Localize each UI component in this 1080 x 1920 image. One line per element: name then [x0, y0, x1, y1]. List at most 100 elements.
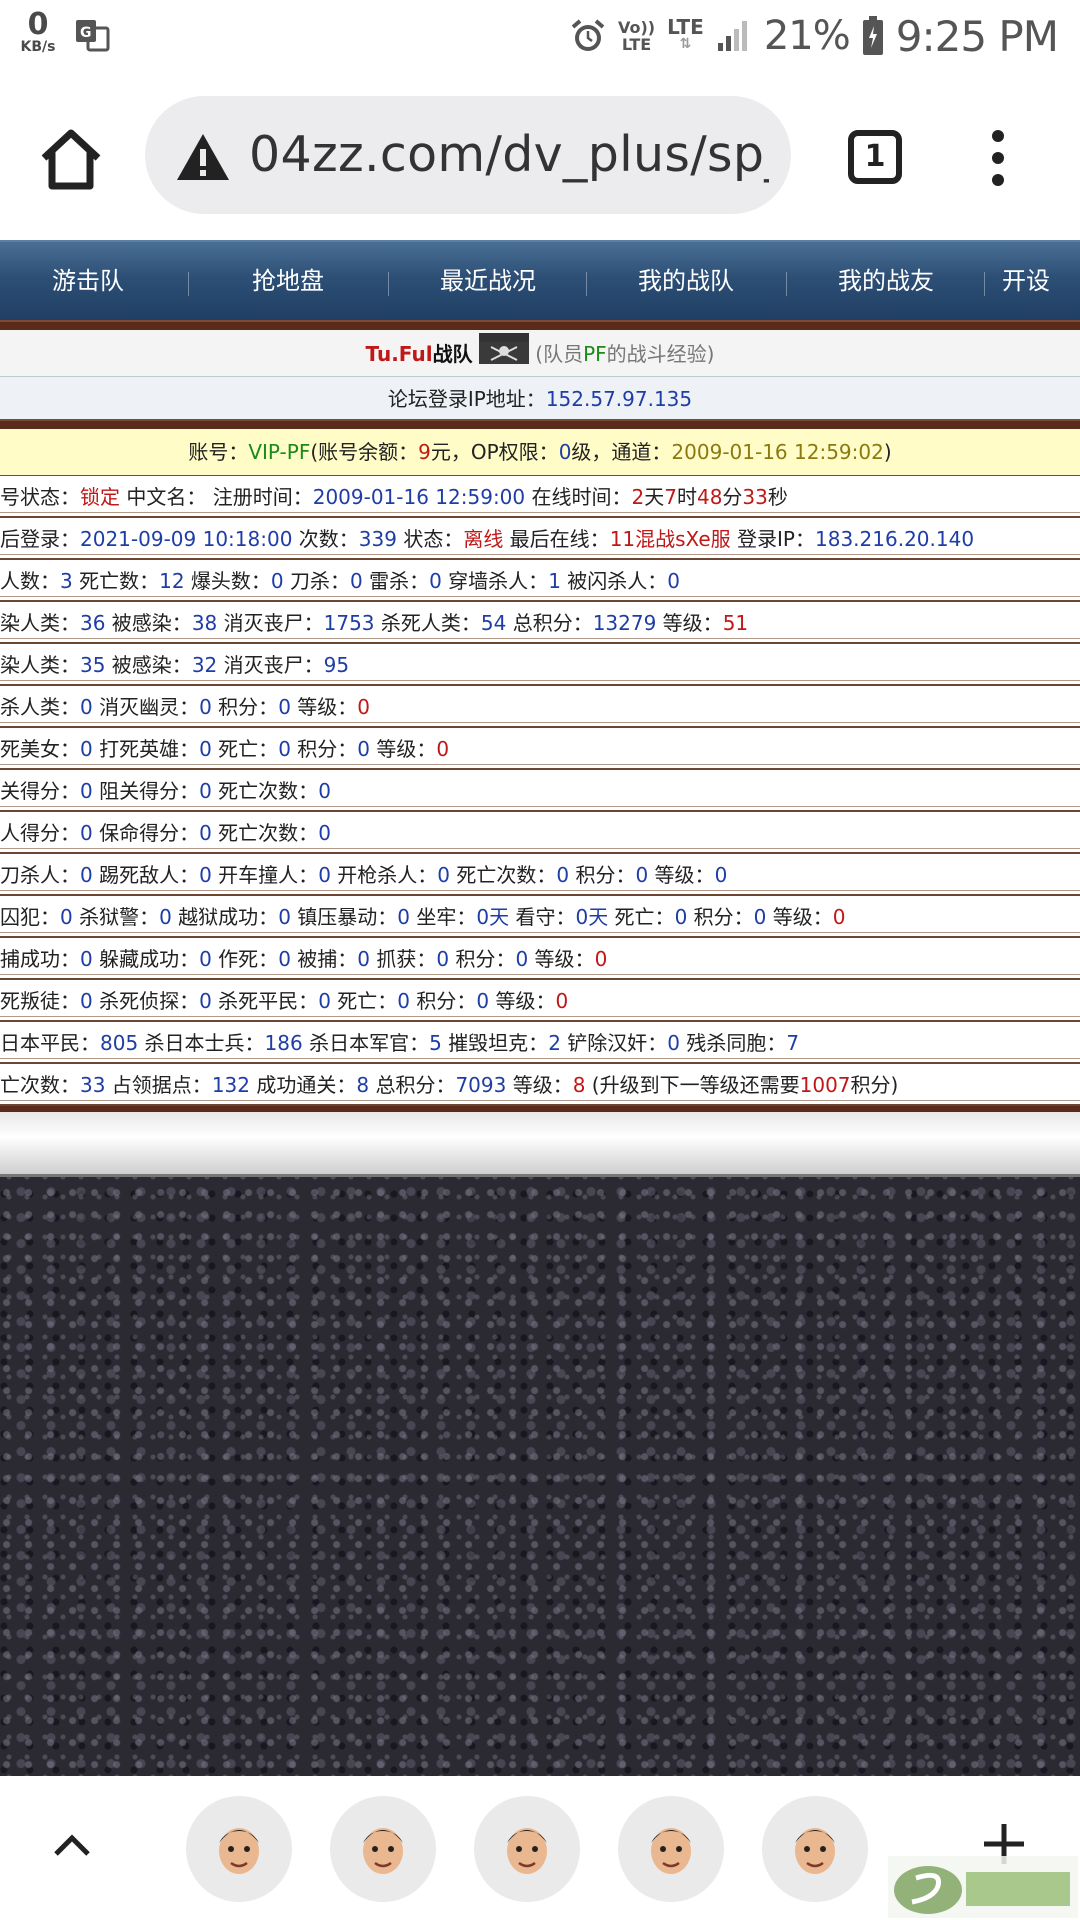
stat-label: 人得分： [0, 821, 80, 845]
stat-label: 打死英雄： [92, 737, 200, 761]
stat-value: 805 [100, 1031, 139, 1055]
stat-label: 作死： [211, 947, 279, 971]
stats-panel: Tu.Ful战队 (队员PF的战斗经验) 论坛登录IP地址：152.57.97.… [0, 320, 1080, 1177]
divider [0, 419, 1080, 429]
nav-item-my-friends[interactable]: 我的战友 [786, 242, 986, 320]
stat-label: 最后在线： [503, 527, 610, 551]
stat-label: 被捕： [290, 947, 358, 971]
stat-label: 坐牢： [410, 905, 477, 929]
nav-item-open[interactable]: 开设 [984, 242, 1080, 320]
stat-value: 1753 [323, 611, 375, 635]
stats-row: 刀杀人：0 踢死敌人：0 开车撞人：0 开枪杀人：0 死亡次数：0 积分：0 等… [0, 854, 1080, 896]
stats-row: 日本平民：805 杀日本士兵：186 杀日本军官：5 摧毁坦克：2 铲除汉奸：0… [0, 1022, 1080, 1064]
page-footer-band [0, 1106, 1080, 1177]
stat-value: 2021-09-09 10:18:00 [80, 527, 293, 551]
stat-label: 积分： [211, 695, 279, 719]
stat-label: 积分： [449, 947, 516, 971]
stat-label: 等级： [766, 905, 833, 929]
tab-thumbnail[interactable] [618, 1796, 724, 1902]
stats-row: 号状态：锁定 中文名： 注册时间：2009-01-16 12:59:00 在线时… [0, 476, 1080, 518]
divider [0, 320, 1080, 330]
warning-icon[interactable] [175, 132, 231, 182]
stat-value: 0 [199, 737, 212, 761]
nav-item-recent-battles[interactable]: 最近战况 [388, 242, 588, 320]
stat-value: 8 [356, 1073, 370, 1097]
stat-label: 占领据点： [105, 1073, 212, 1097]
nav-item-guerrilla[interactable]: 游击队 [0, 242, 188, 320]
stat-label: 积分： [410, 989, 477, 1013]
stat-label: 秒 [767, 485, 788, 509]
tab-thumbnail[interactable] [186, 1796, 292, 1902]
team-title: Tu.Ful战队 (队员PF的战斗经验) [0, 330, 1080, 376]
stat-label: 死亡数： [72, 569, 160, 593]
avatar-face-icon [507, 1828, 547, 1874]
stat-value: 7 [664, 485, 677, 509]
site-watermark-logo [888, 1856, 1078, 1918]
stat-value: 离线 [463, 527, 504, 551]
stat-value: 0 [318, 863, 331, 887]
stat-label: 看守： [509, 905, 576, 929]
chevron-up-icon[interactable] [50, 1824, 94, 1868]
tab-thumbnail[interactable] [330, 1796, 436, 1902]
stat-value: 0 [159, 905, 172, 929]
menu-icon[interactable] [980, 128, 1016, 188]
stat-label: 雷杀： [362, 569, 430, 593]
stat-label: (升级到下一等级还需要 [585, 1073, 800, 1097]
stat-label: 人数： [0, 569, 60, 593]
stat-label: 躲藏成功： [92, 947, 200, 971]
stat-value: 0 [80, 821, 93, 845]
stat-label: 消灭丧尸： [217, 611, 324, 635]
lte-indicator: LTE ⇅ [667, 15, 704, 52]
translate-icon: G [76, 20, 110, 52]
tab-thumbnail[interactable] [762, 1796, 868, 1902]
tab-thumbnail[interactable] [474, 1796, 580, 1902]
stat-label: 残杀同胞： [680, 1031, 787, 1055]
stat-label: 死亡： [608, 905, 675, 929]
tab-switcher-button[interactable]: 1 [848, 130, 902, 184]
stat-label: 号状态： [0, 485, 80, 509]
stat-label: 中文名： 注册时间： [120, 485, 313, 509]
stats-row: 后登录：2021-09-09 10:18:00 次数：339 状态：离线 最后在… [0, 518, 1080, 560]
stat-label: 死亡次数： [450, 863, 557, 887]
stat-label: 阻关得分： [92, 779, 200, 803]
stat-label: 总积分： [369, 1073, 456, 1097]
stat-value: 0 [397, 905, 411, 929]
stat-value: 186 [264, 1031, 303, 1055]
stat-value: 0 [80, 737, 93, 761]
stat-value: 0 [60, 905, 73, 929]
stat-label: 死亡： [330, 989, 398, 1013]
browser-toolbar: 04zz.com/dv_plus/sp_te 1 [0, 72, 1080, 240]
stat-label: 积分： [290, 737, 358, 761]
stat-value: 0 [667, 569, 681, 593]
stat-value: 0 [667, 1031, 681, 1055]
stat-label: 捕成功： [0, 947, 80, 971]
stat-label: 后登录： [0, 527, 80, 551]
stat-label: 杀死侦探： [92, 989, 200, 1013]
nav-item-my-team[interactable]: 我的战队 [586, 242, 786, 320]
stat-value: 0 [199, 863, 212, 887]
url-bar[interactable]: 04zz.com/dv_plus/sp_te [145, 96, 791, 214]
avatar-face-icon [651, 1828, 691, 1874]
stat-value: 0 [278, 905, 291, 929]
stat-value: 7093 [455, 1073, 507, 1097]
stat-value: 0 [278, 737, 291, 761]
url-text[interactable]: 04zz.com/dv_plus/sp_te [249, 126, 769, 186]
home-icon[interactable] [38, 126, 104, 192]
stat-value: 0 [436, 947, 450, 971]
stat-value: 95 [323, 653, 350, 677]
stat-value: 0 [199, 947, 212, 971]
stat-value: 0 [80, 695, 93, 719]
stat-label: 等级： [528, 947, 595, 971]
stat-value: 35 [80, 653, 106, 677]
stat-label: 等级： [489, 989, 556, 1013]
stats-rows: 号状态：锁定 中文名： 注册时间：2009-01-16 12:59:00 在线时… [0, 476, 1080, 1106]
stat-label: 消灭幽灵： [92, 695, 200, 719]
stat-label: 登录IP： [730, 527, 815, 551]
nav-item-land-grab[interactable]: 抢地盘 [188, 242, 388, 320]
stat-label: 抓获： [370, 947, 437, 971]
stat-value: 0 [278, 947, 291, 971]
stat-value: 33 [742, 485, 768, 509]
stat-label: 铲除汉奸： [560, 1031, 668, 1055]
stat-label: 死亡次数： [211, 779, 319, 803]
stat-value: 51 [722, 611, 749, 635]
